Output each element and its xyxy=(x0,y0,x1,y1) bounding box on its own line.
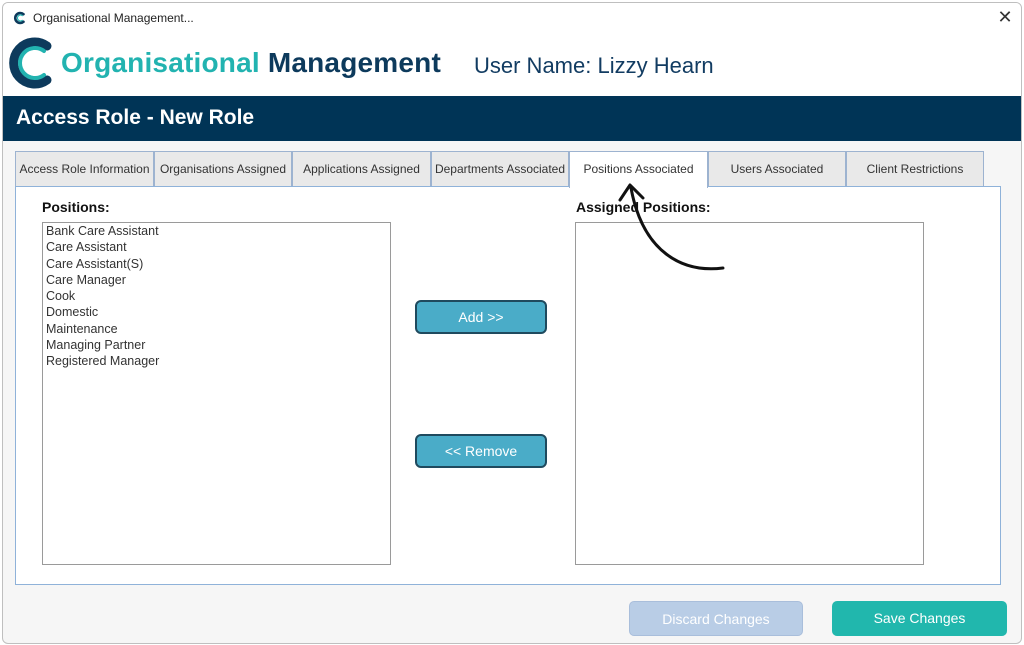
app-logo-icon xyxy=(12,10,28,26)
remove-button[interactable]: << Remove xyxy=(415,434,547,468)
tab-panel: Positions: Bank Care Assistant Care Assi… xyxy=(15,186,1001,585)
list-item[interactable]: Bank Care Assistant xyxy=(43,223,390,239)
tab-organisations-assigned[interactable]: Organisations Assigned xyxy=(154,151,292,186)
list-item[interactable]: Registered Manager xyxy=(43,353,390,369)
app-header: Organisational Management User Name: Liz… xyxy=(3,33,1021,97)
assigned-positions-label: Assigned Positions: xyxy=(576,199,711,215)
assigned-positions-list[interactable] xyxy=(575,222,924,565)
list-item[interactable]: Cook xyxy=(43,288,390,304)
tab-client-restrictions[interactable]: Client Restrictions xyxy=(846,151,984,186)
brand-name-part2: Management xyxy=(267,47,441,78)
list-item[interactable]: Care Assistant(S) xyxy=(43,256,390,272)
discard-changes-button[interactable]: Discard Changes xyxy=(629,601,803,636)
save-changes-button[interactable]: Save Changes xyxy=(832,601,1007,636)
close-icon[interactable]: ✕ xyxy=(995,7,1015,27)
window-title: Organisational Management... xyxy=(33,11,194,25)
tab-positions-associated[interactable]: Positions Associated xyxy=(569,151,708,188)
tab-access-role-information[interactable]: Access Role Information xyxy=(15,151,154,186)
brand-name-part1: Organisational xyxy=(61,47,260,78)
positions-label: Positions: xyxy=(42,199,110,215)
brand-name: Organisational Management xyxy=(61,47,441,79)
tab-applications-assigned[interactable]: Applications Assigned xyxy=(292,151,431,186)
tab-users-associated[interactable]: Users Associated xyxy=(708,151,846,186)
list-item[interactable]: Care Assistant xyxy=(43,239,390,255)
brand-logo-icon xyxy=(9,37,52,89)
positions-list[interactable]: Bank Care Assistant Care Assistant Care … xyxy=(42,222,391,565)
app-window: Organisational Management... ✕ Organisat… xyxy=(2,2,1022,644)
list-item[interactable]: Maintenance xyxy=(43,321,390,337)
add-button[interactable]: Add >> xyxy=(415,300,547,334)
tab-departments-associated[interactable]: Departments Associated xyxy=(431,151,569,186)
list-item[interactable]: Domestic xyxy=(43,304,390,320)
list-item[interactable]: Managing Partner xyxy=(43,337,390,353)
page-title: Access Role - New Role xyxy=(16,106,255,129)
list-item[interactable]: Care Manager xyxy=(43,272,390,288)
user-name-label: User Name: Lizzy Hearn xyxy=(474,53,714,78)
page-banner: Access Role - New Role xyxy=(3,96,1021,141)
title-bar: Organisational Management... ✕ xyxy=(3,3,1021,33)
